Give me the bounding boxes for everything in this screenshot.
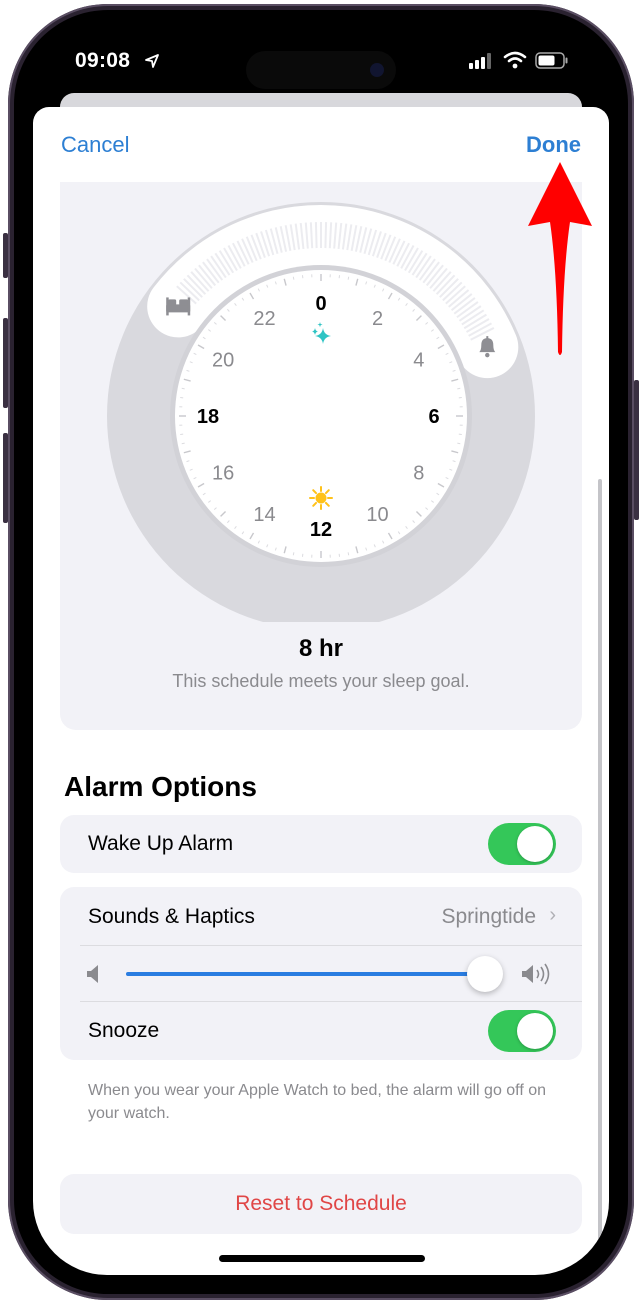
- chevron-right-icon: ›: [549, 904, 556, 926]
- done-button[interactable]: Done: [526, 132, 581, 158]
- sounds-haptics-label: Sounds & Haptics: [88, 905, 255, 928]
- location-arrow-icon: [145, 54, 159, 68]
- clock-tick: [347, 276, 350, 280]
- sleep-arc-texture: [328, 222, 333, 249]
- sleep-clock[interactable]: 0 2 4 6 8 10 12 14 16 18 20 22: [60, 182, 582, 622]
- sounds-haptics-row[interactable]: Sounds & Haptics Springtide ›: [60, 887, 582, 945]
- status-time: 09:08: [75, 49, 131, 72]
- sleep-goal-message: This schedule meets your sleep goal.: [172, 671, 470, 691]
- clock-tick: [347, 552, 350, 556]
- clock-hour-label: 6: [428, 406, 439, 428]
- volume-slider-track[interactable]: [126, 972, 485, 976]
- volume-down-button: [3, 433, 8, 523]
- status-bar: 09:08: [33, 29, 609, 99]
- wake-up-alarm-toggle[interactable]: [488, 823, 556, 865]
- sound-options-group: Sounds & Haptics Springtide › Snooze: [60, 887, 582, 1060]
- volume-slider-thumb[interactable]: [466, 956, 503, 992]
- wake-up-alarm-row: Wake Up Alarm: [60, 815, 582, 873]
- alarm-options-heading: Alarm Options: [64, 771, 257, 802]
- scrollbar[interactable]: [598, 479, 602, 1275]
- clock-tick: [292, 552, 295, 556]
- wifi-icon: [503, 51, 527, 69]
- clock-hour-label: 16: [212, 463, 234, 485]
- clock-hour-label: 12: [310, 519, 332, 541]
- sun-icon: [309, 486, 333, 510]
- clock-hour-label: 8: [413, 463, 424, 485]
- clock-tick: [457, 387, 461, 390]
- speaker-high-icon: [522, 963, 550, 985]
- clock-hour-label: 20: [212, 350, 234, 372]
- annotation-arrow-pointing-to-done: [528, 162, 592, 355]
- reset-to-schedule-button[interactable]: Reset to Schedule: [60, 1174, 582, 1234]
- toggle-knob: [517, 1013, 553, 1049]
- clock-tick: [181, 442, 185, 445]
- wake-up-alarm-group: Wake Up Alarm: [60, 815, 582, 873]
- battery-icon: [535, 52, 568, 69]
- clock-hour-label: 18: [197, 406, 219, 428]
- snooze-label: Snooze: [88, 1019, 160, 1042]
- clock-tick: [292, 276, 295, 280]
- clock-hour-label: 10: [366, 504, 388, 526]
- snooze-row: Snooze: [60, 1002, 582, 1060]
- wake-up-alarm-label: Wake Up Alarm: [88, 832, 234, 855]
- sleep-arc-texture: [309, 222, 314, 249]
- clock-tick: [181, 387, 185, 390]
- home-indicator[interactable]: [219, 1255, 425, 1262]
- volume-up-button: [3, 318, 8, 408]
- sleep-schedule-clock-card: 0 2 4 6 8 10 12 14 16 18 20 22 8 hr This schedule m…: [60, 182, 582, 730]
- sounds-haptics-value: Springtide: [441, 905, 536, 928]
- cancel-button[interactable]: Cancel: [61, 132, 129, 158]
- cellular-signal-icon: [469, 53, 491, 69]
- clock-hour-label: 2: [372, 308, 383, 330]
- sleep-arc-texture: [324, 222, 328, 249]
- volume-row: [60, 946, 582, 1001]
- clock-hour-label: 14: [253, 504, 275, 526]
- clock-tick: [457, 442, 461, 445]
- screen: 09:08 Cancel Done 0 2 4 6 8 10 12 14 16 18 20 22: [33, 29, 609, 1275]
- apple-watch-footnote: When you wear your Apple Watch to bed, t…: [88, 1082, 547, 1122]
- speaker-low-icon: [87, 965, 98, 983]
- clock-hour-label: 4: [413, 350, 424, 372]
- action-button: [3, 233, 8, 278]
- sleep-duration: 8 hr: [298, 635, 343, 662]
- front-camera: [370, 63, 384, 77]
- clock-hour-label: 22: [253, 308, 275, 330]
- sleep-schedule-sheet: Cancel Done 0 2 4 6 8 10 12 14 16 18 20 22 8 hr Thi…: [33, 107, 609, 1275]
- sleep-arc-texture: [314, 222, 318, 249]
- snooze-toggle[interactable]: [488, 1010, 556, 1052]
- clock-hour-label: 0: [315, 293, 326, 315]
- power-button: [634, 380, 639, 520]
- toggle-knob: [517, 826, 553, 862]
